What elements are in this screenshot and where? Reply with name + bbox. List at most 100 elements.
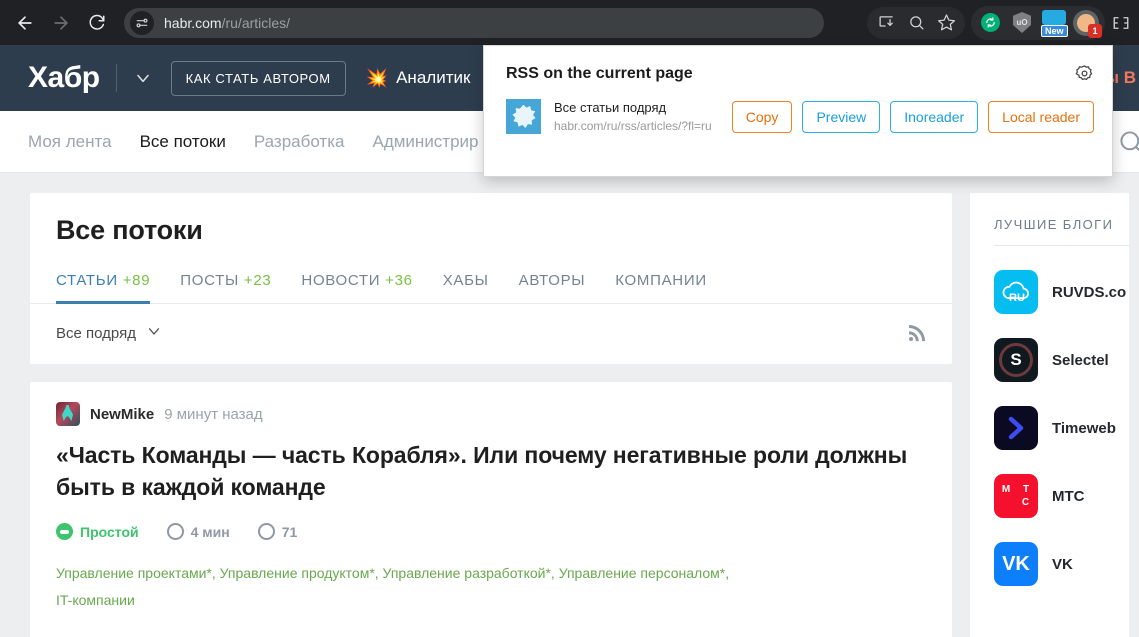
sync-extension-icon[interactable]: [974, 8, 1006, 38]
tab-hubs-label: ХАБЫ: [442, 272, 489, 289]
site-settings-icon[interactable]: [130, 10, 154, 35]
local-reader-button[interactable]: Local reader: [988, 100, 1094, 133]
copy-button[interactable]: Copy: [731, 100, 793, 133]
star-burst-icon: 💥: [365, 67, 389, 88]
sidebar-item-my-feed[interactable]: Моя лента: [28, 132, 112, 152]
navigation-buttons: [0, 6, 114, 40]
browser-tools-group: [867, 6, 965, 39]
habr-logo[interactable]: Хабр: [28, 61, 100, 95]
post-card: NewMike 9 минут назад «Часть Команды — ч…: [30, 382, 952, 637]
rss-feed-row: Все статьи подряд habr.com/ru/rss/articl…: [484, 83, 1112, 134]
rss-feed-logo-icon: [506, 99, 541, 134]
post-meta: Простой 4 мин 71: [56, 523, 926, 541]
post-complexity-label: Простой: [80, 523, 139, 540]
list-item-label: Timeweb: [1052, 419, 1116, 437]
rss-popup-title: RSS on the current page: [506, 65, 693, 82]
list-item[interactable]: RU RUVDS.co: [994, 270, 1129, 314]
rss-feed-name: Все статьи подряд: [554, 100, 667, 115]
selectel-logo-icon: S: [994, 338, 1038, 382]
back-arrow-icon[interactable]: [8, 6, 42, 40]
tab-posts-label: ПОСТЫ: [180, 272, 239, 289]
post-author-name[interactable]: NewMike: [90, 406, 154, 423]
sidebar-title: ЛУЧШИЕ БЛОГИ: [994, 217, 1114, 232]
sidebar-item-administration[interactable]: Администрир: [372, 132, 478, 152]
feed-filter-row: Все подряд: [30, 304, 952, 364]
post-title[interactable]: «Часть Команды — часть Корабля». Или поч…: [56, 440, 926, 503]
user-avatar-icon[interactable]: [56, 402, 80, 426]
analytics-promo[interactable]: 💥 Аналитик: [366, 68, 471, 89]
tab-companies[interactable]: КОМПАНИИ: [615, 272, 707, 303]
tab-articles-label: СТАТЬИ: [56, 272, 118, 289]
list-item-label: VK: [1052, 555, 1073, 573]
become-author-button[interactable]: КАК СТАТЬ АВТОРОМ: [170, 60, 346, 96]
chrome-menu-icon[interactable]: [1107, 8, 1135, 38]
tab-news-count: +36: [385, 272, 413, 289]
post-tags-line-1[interactable]: Управление проектами*, Управление продук…: [56, 565, 729, 581]
url-host: habr.com: [164, 14, 222, 31]
new-badge-label: New: [1041, 24, 1068, 37]
forward-arrow-icon[interactable]: [44, 6, 78, 40]
post-author-row: NewMike 9 минут назад: [56, 402, 926, 426]
clock-icon: [166, 523, 184, 541]
rss-feed-url: habr.com/ru/rss/articles/?fl=ru: [554, 119, 712, 133]
mts-logo-icon: М Т С: [994, 474, 1038, 518]
search-icon[interactable]: [1117, 111, 1139, 173]
rss-feed-info: Все статьи подряд habr.com/ru/rss/articl…: [554, 100, 712, 133]
bookmark-star-icon[interactable]: [931, 8, 961, 38]
list-item-label: RUVDS.co: [1052, 283, 1127, 301]
list-item[interactable]: Timeweb: [994, 406, 1129, 450]
reload-icon[interactable]: [80, 6, 114, 40]
feed-header-card: Все потоки СТАТЬИ +89 ПОСТЫ +23 НОВОСТИ …: [30, 193, 952, 364]
eye-icon: [257, 523, 275, 541]
post-timestamp: 9 минут назад: [164, 405, 263, 423]
notification-badge: 1: [1088, 23, 1102, 38]
timeweb-logo-icon: [994, 406, 1038, 450]
complexity-gauge-icon: [56, 523, 73, 541]
zoom-search-icon[interactable]: [901, 8, 931, 38]
tab-hubs[interactable]: ХАБЫ: [443, 272, 489, 303]
browser-toolbar-right: uO New 1: [867, 0, 1139, 45]
feed-filter-label: Все подряд: [56, 324, 136, 342]
tab-news[interactable]: НОВОСТИ +36: [301, 272, 412, 303]
page-title: Все потоки: [56, 215, 203, 245]
list-item[interactable]: VK VK: [994, 542, 1129, 586]
browser-toolbar: habr.com/ru/articles/ uO New 1: [0, 0, 1139, 45]
address-bar[interactable]: habr.com/ru/articles/: [124, 7, 824, 38]
chevron-down-icon: [145, 322, 163, 344]
feed-filter-dropdown[interactable]: Все подряд: [56, 322, 163, 344]
rss-extension-popup: RSS on the current page Все статьи подря…: [483, 45, 1113, 177]
mts-letters-top: М Т: [1001, 484, 1035, 495]
sidebar-divider: [994, 245, 1129, 246]
tab-authors-label: АВТОРЫ: [518, 272, 586, 289]
tab-authors[interactable]: АВТОРЫ: [519, 272, 586, 303]
extensions-group: uO New 1: [971, 5, 1105, 40]
install-app-icon[interactable]: [871, 8, 901, 38]
tab-articles-count: +89: [122, 272, 151, 289]
selectel-letter: S: [999, 343, 1033, 377]
chevron-down-icon[interactable]: [133, 68, 153, 88]
settings-gear-icon[interactable]: [1075, 64, 1094, 88]
url-path: /ru/articles/: [221, 14, 291, 31]
swirl-new-extension-icon[interactable]: New: [1038, 8, 1070, 38]
address-bar-url: habr.com/ru/articles/: [164, 15, 290, 31]
post-complexity: Простой: [56, 523, 139, 541]
profile-avatar-icon[interactable]: 1: [1070, 8, 1102, 38]
ublock-origin-icon[interactable]: uO: [1006, 8, 1038, 38]
preview-button[interactable]: Preview: [802, 100, 881, 133]
post-tags-line-2[interactable]: IT-компании: [56, 592, 135, 608]
list-item[interactable]: S Selectel: [994, 338, 1129, 382]
list-item[interactable]: М Т С МТС: [994, 474, 1129, 518]
list-item-label: Selectel: [1052, 351, 1109, 369]
inoreader-button[interactable]: Inoreader: [890, 100, 979, 133]
header-divider: [115, 64, 117, 92]
sidebar-item-all-flows[interactable]: Все потоки: [140, 132, 226, 152]
rss-icon[interactable]: [906, 322, 928, 344]
rss-action-buttons: Copy Preview Inoreader Local reader: [731, 100, 1112, 133]
post-views-count: 71: [281, 523, 298, 540]
tab-posts[interactable]: ПОСТЫ +23: [180, 272, 271, 303]
main-column: Все потоки СТАТЬИ +89 ПОСТЫ +23 НОВОСТИ …: [30, 193, 952, 637]
tab-articles[interactable]: СТАТЬИ +89: [56, 272, 151, 304]
tab-posts-count: +23: [243, 272, 272, 289]
sidebar-item-development[interactable]: Разработка: [254, 132, 345, 152]
ruvds-logo-icon: RU: [994, 270, 1038, 314]
